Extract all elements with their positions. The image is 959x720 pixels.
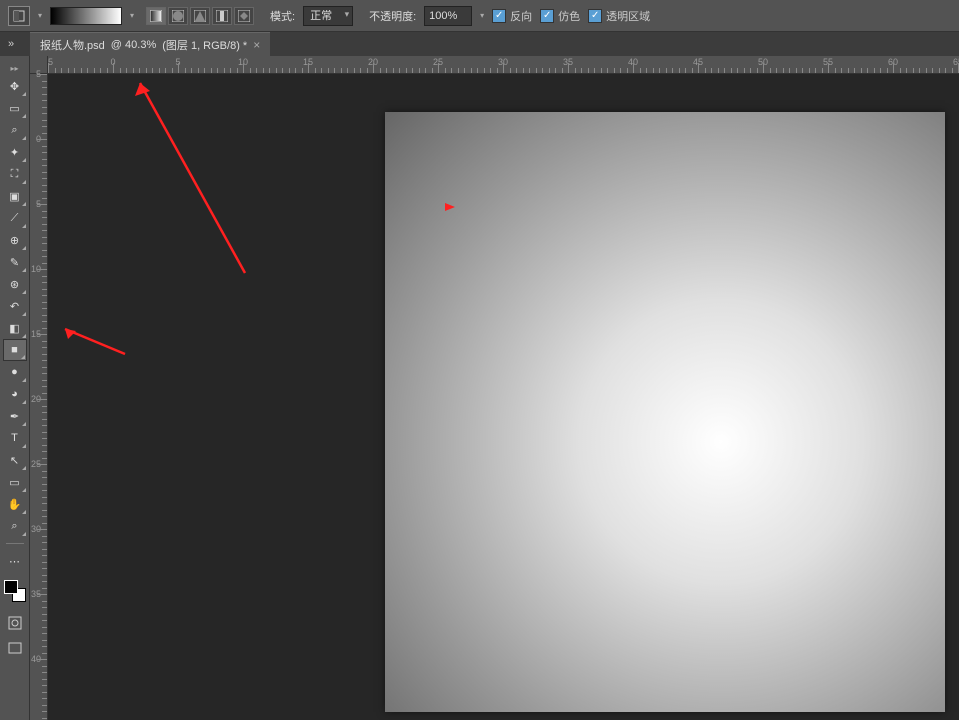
toolbar: ▸▸ ✥▭⌕✦⛶▣⟋⊕✎⊛↶◧■●◕✒T↖▭✋⌕ ⋯ [0,56,30,720]
pen-tool[interactable]: ✒ [3,405,27,427]
canvas-area[interactable]: 3505101520253035404550556065 50510152025… [30,56,959,720]
hand-tool[interactable]: ✋ [3,493,27,515]
history-brush-tool[interactable]: ↶ [3,295,27,317]
gradient-picker-dropdown[interactable]: ▾ [130,11,134,20]
color-swatches[interactable] [4,580,26,602]
mode-select[interactable]: 正常 [303,6,353,26]
opacity-dropdown[interactable]: ▾ [480,11,484,20]
toolbar-expand-icon[interactable]: ▸▸ [10,64,18,73]
gradient-angle-button[interactable] [190,7,210,25]
gradient-preview[interactable] [50,7,122,25]
quickmask-button[interactable] [3,612,27,634]
gradient-tool[interactable]: ■ [3,339,27,361]
gradient-linear-button[interactable] [146,7,166,25]
reverse-checkbox[interactable]: ✓ [492,9,506,23]
ruler-horizontal[interactable]: 3505101520253035404550556065 [48,56,959,74]
transparency-checkbox-wrap[interactable]: ✓ 透明区域 [588,8,650,24]
ruler-vertical[interactable]: 50510152025303540 [30,74,48,720]
dither-checkbox[interactable]: ✓ [540,9,554,23]
screenmode-button[interactable] [3,638,27,660]
transparency-label: 透明区域 [606,8,650,24]
extra-tool-button[interactable]: ⋯ [3,550,27,572]
options-bar: ▾ ▾ 模式: 正常 不透明度: ▾ ✓ 反向 ✓ 仿色 ✓ 透明区域 [0,0,959,32]
stamp-tool[interactable]: ⊛ [3,273,27,295]
tool-preset-icon[interactable] [8,6,30,26]
close-tab-icon[interactable]: × [253,38,260,52]
document-zoom: @ 40.3% [111,39,156,51]
marquee-tool[interactable]: ▭ [3,97,27,119]
artboard[interactable] [385,112,945,712]
blur-tool[interactable]: ● [3,361,27,383]
reverse-label: 反向 [510,8,532,24]
opacity-input[interactable] [424,6,472,26]
dither-checkbox-wrap[interactable]: ✓ 仿色 [540,8,580,24]
path-select-tool[interactable]: ↖ [3,449,27,471]
opacity-label: 不透明度: [369,8,416,24]
tab-overflow-icon[interactable]: » [8,38,14,50]
dither-label: 仿色 [558,8,580,24]
move-tool[interactable]: ✥ [3,75,27,97]
eyedropper-tool[interactable]: ⟋ [3,207,27,229]
gradient-type-group [146,7,254,25]
eraser-tool[interactable]: ◧ [3,317,27,339]
document-tab-bar: » 报纸人物.psd @ 40.3% (图层 1, RGB/8) * × [0,32,959,56]
transparency-checkbox[interactable]: ✓ [588,9,602,23]
zoom-tool[interactable]: ⌕ [3,515,27,537]
type-tool[interactable]: T [3,427,27,449]
frame-tool[interactable]: ▣ [3,185,27,207]
magic-wand-tool[interactable]: ✦ [3,141,27,163]
shape-tool[interactable]: ▭ [3,471,27,493]
document-layer-info: (图层 1, RGB/8) * [162,37,247,53]
gradient-radial-button[interactable] [168,7,188,25]
crop-tool[interactable]: ⛶ [3,163,27,185]
annotation-arrow-1 [115,78,255,278]
gradient-diamond-button[interactable] [234,7,254,25]
document-tab[interactable]: 报纸人物.psd @ 40.3% (图层 1, RGB/8) * × [30,32,270,56]
annotation-arrow-2 [60,324,130,359]
dodge-tool[interactable]: ◕ [3,383,27,405]
document-filename: 报纸人物.psd [40,37,105,53]
toolbar-divider [6,543,24,544]
mode-label: 模式: [270,8,295,24]
gradient-reflected-button[interactable] [212,7,232,25]
foreground-color-swatch[interactable] [4,580,18,594]
lasso-tool[interactable]: ⌕ [3,119,27,141]
tool-preset-dropdown[interactable]: ▾ [38,11,42,20]
main-area: ▸▸ ✥▭⌕✦⛶▣⟋⊕✎⊛↶◧■●◕✒T↖▭✋⌕ ⋯ 3505101520253… [0,56,959,720]
reverse-checkbox-wrap[interactable]: ✓ 反向 [492,8,532,24]
brush-tool[interactable]: ✎ [3,251,27,273]
healing-tool[interactable]: ⊕ [3,229,27,251]
